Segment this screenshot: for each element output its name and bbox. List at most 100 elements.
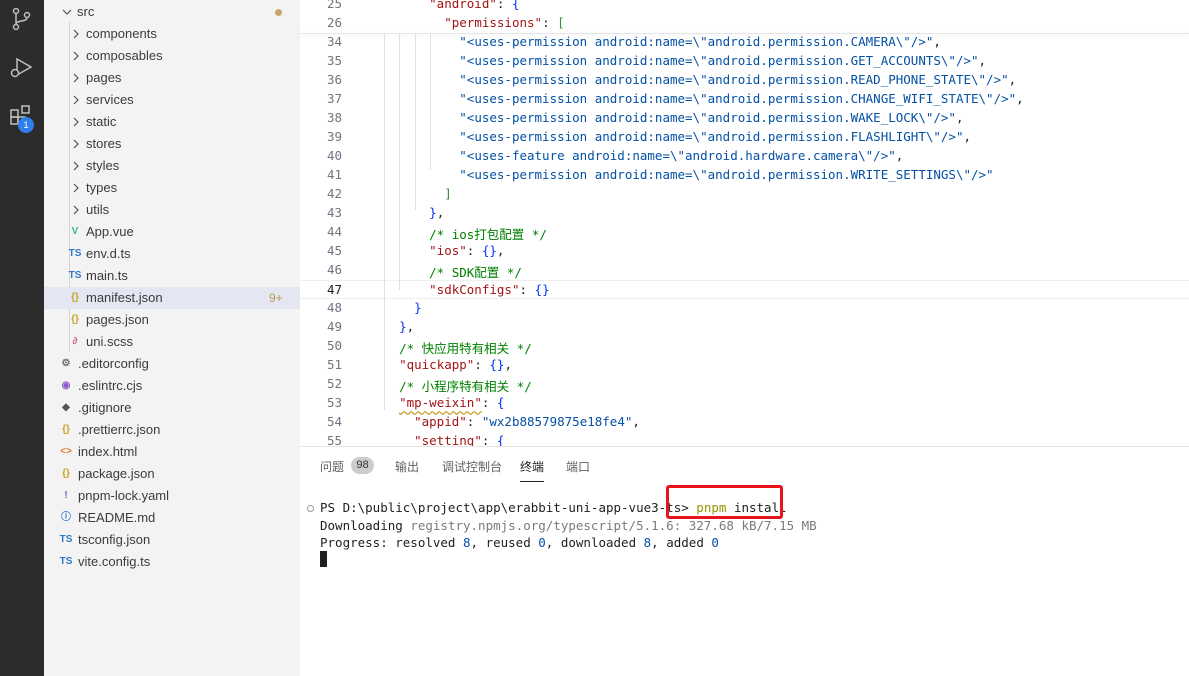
tree-item-manifest-json[interactable]: {} manifest.json 9+: [44, 287, 300, 309]
chevron-right-icon: [73, 183, 79, 193]
source-control-icon[interactable]: [8, 6, 34, 32]
line-number: 52: [326, 376, 342, 391]
ts-file-icon: TS: [68, 248, 82, 259]
tree-item-eslintrc-cjs[interactable]: ◉ .eslintrc.cjs: [44, 375, 300, 397]
line-number: 46: [326, 262, 342, 277]
tree-item-pages-json[interactable]: {} pages.json: [44, 309, 300, 331]
code-line[interactable]: 47 "sdkConfigs": {}: [300, 280, 1189, 299]
indent-guide: [415, 33, 416, 210]
chevron-right-icon: [73, 29, 79, 39]
code-line[interactable]: 53 "mp-weixin": {: [300, 394, 1189, 413]
tree-item-composables[interactable]: composables: [44, 45, 300, 67]
code-line[interactable]: 48 }: [300, 299, 1189, 318]
code-text: /* ios打包配置 */: [429, 227, 547, 242]
tree-item-label: tsconfig.json: [78, 532, 151, 547]
tree-item-static[interactable]: static: [44, 111, 300, 133]
code-line[interactable]: 42 ]: [300, 185, 1189, 204]
code-line[interactable]: 39 "<uses-permission android:name=\"andr…: [300, 128, 1189, 147]
tree-item-label: App.vue: [86, 224, 134, 239]
line-number: 39: [326, 129, 342, 144]
code-line[interactable]: 37 "<uses-permission android:name=\"andr…: [300, 90, 1189, 109]
code-line[interactable]: 35 "<uses-permission android:name=\"andr…: [300, 52, 1189, 71]
chevron-right-icon: [73, 161, 79, 171]
vue-file-icon: V: [71, 226, 79, 237]
tree-item-env-d-ts[interactable]: TS env.d.ts: [44, 243, 300, 265]
line-number: 44: [326, 224, 342, 239]
tree-item-app-vue[interactable]: V App.vue: [44, 221, 300, 243]
modified-dot: [275, 9, 282, 16]
code-line[interactable]: 52 /* 小程序特有相关 */: [300, 375, 1189, 394]
tree-item-label: index.html: [78, 444, 138, 459]
tab-terminal[interactable]: 终端: [520, 458, 544, 475]
line-number: 36: [326, 72, 342, 87]
tree-item-pages[interactable]: pages: [44, 67, 300, 89]
code-line[interactable]: 55 "setting": {: [300, 432, 1189, 446]
code-line[interactable]: 26 "permissions": [: [300, 14, 1189, 33]
code-text: }: [414, 300, 422, 315]
file-type-icon: TS: [59, 556, 73, 567]
tree-item-components[interactable]: components: [44, 23, 300, 45]
tree-item-gitignore[interactable]: ◆ .gitignore: [44, 397, 300, 419]
file-type-icon: {}: [62, 424, 70, 435]
code-line[interactable]: 34 "<uses-permission android:name=\"andr…: [300, 33, 1189, 52]
tree-item-label: README.md: [78, 510, 156, 525]
tab-output[interactable]: 输出: [395, 458, 419, 475]
folder-src[interactable]: src: [44, 1, 300, 23]
code-text: "appid": "wx2b88579875e18fe4",: [414, 414, 640, 429]
tree-item-services[interactable]: services: [44, 89, 300, 111]
tree-item-stores[interactable]: stores: [44, 133, 300, 155]
tree-item-prettierrc-json[interactable]: {} .prettierrc.json: [44, 419, 300, 441]
code-line[interactable]: 41 "<uses-permission android:name=\"andr…: [300, 166, 1189, 185]
code-line[interactable]: 38 "<uses-permission android:name=\"andr…: [300, 109, 1189, 128]
code-text: "android": {: [429, 0, 520, 11]
command-highlight-box: [666, 485, 783, 519]
tree-item-main-ts[interactable]: TS main.ts: [44, 265, 300, 287]
tab-problems[interactable]: 问题: [320, 458, 344, 475]
tab-debug-console[interactable]: 调试控制台: [442, 458, 502, 475]
code-line[interactable]: 45 "ios": {},: [300, 242, 1189, 261]
code-text: "quickapp": {},: [399, 357, 512, 372]
line-number: 47: [326, 282, 342, 297]
file-type-icon: {}: [62, 468, 70, 479]
run-debug-icon[interactable]: [8, 54, 34, 80]
tree-item-tsconfig-json[interactable]: TS tsconfig.json: [44, 529, 300, 551]
tree-item-readme-md[interactable]: ⓘ README.md: [44, 507, 300, 529]
code-line[interactable]: 40 "<uses-feature android:name=\"android…: [300, 147, 1189, 166]
tree-item-label: env.d.ts: [86, 246, 131, 261]
tree-item-label: pages: [86, 70, 122, 85]
code-line[interactable]: 46 /* SDK配置 */: [300, 261, 1189, 280]
tree-item-vite-config-ts[interactable]: TS vite.config.ts: [44, 551, 300, 573]
code-line[interactable]: 36 "<uses-permission android:name=\"andr…: [300, 71, 1189, 90]
line-number: 53: [326, 395, 342, 410]
progress-reused-label: , reused: [470, 535, 539, 550]
tree-item-styles[interactable]: styles: [44, 155, 300, 177]
code-line[interactable]: 50 /* 快应用特有相关 */: [300, 337, 1189, 356]
tree-item-label: uni.scss: [86, 334, 133, 349]
code-line[interactable]: 54 "appid": "wx2b88579875e18fe4",: [300, 413, 1189, 432]
tree-item-editorconfig[interactable]: ⚙ .editorconfig: [44, 353, 300, 375]
terminal-line-download: Downloading registry.npmjs.org/typescrip…: [320, 518, 817, 533]
chevron-right-icon: [73, 95, 79, 105]
tree-item-uni-scss[interactable]: ∂ uni.scss: [44, 331, 300, 353]
line-number: 48: [326, 300, 342, 315]
progress-prefix: Progress: resolved: [320, 535, 463, 550]
code-editor[interactable]: 25 "android": {26 "permissions": [34 "<u…: [300, 0, 1189, 446]
tab-ports[interactable]: 端口: [566, 458, 590, 475]
tree-item-index-html[interactable]: <> index.html: [44, 441, 300, 463]
tree-item-package-json[interactable]: {} package.json: [44, 463, 300, 485]
line-number: 42: [326, 186, 342, 201]
code-line[interactable]: 25 "android": {: [300, 0, 1189, 14]
code-text: "<uses-permission android:name=\"android…: [459, 91, 1024, 106]
tree-item-utils[interactable]: utils: [44, 199, 300, 221]
code-line[interactable]: 51 "quickapp": {},: [300, 356, 1189, 375]
code-line[interactable]: 43 },: [300, 204, 1189, 223]
code-line[interactable]: 44 /* ios打包配置 */: [300, 223, 1189, 242]
indent-guide: [399, 33, 400, 290]
tree-item-types[interactable]: types: [44, 177, 300, 199]
tree-item-pnpm-lock-yaml[interactable]: ! pnpm-lock.yaml: [44, 485, 300, 507]
file-type-icon: !: [64, 490, 68, 501]
line-number: 50: [326, 338, 342, 353]
code-text: "sdkConfigs": {}: [429, 282, 550, 297]
code-line[interactable]: 49 },: [300, 318, 1189, 337]
progress-added-label: , added: [651, 535, 712, 550]
